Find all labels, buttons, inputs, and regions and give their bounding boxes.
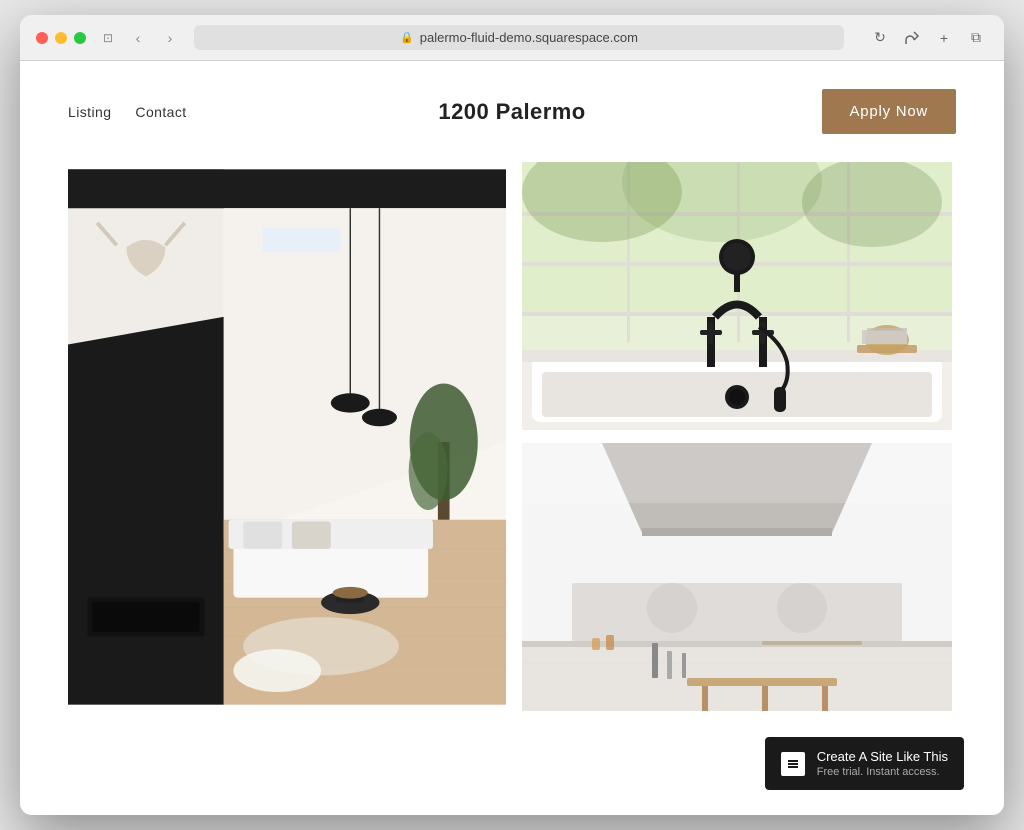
- gallery-left-panel: [68, 162, 506, 712]
- more-button[interactable]: ⧉: [964, 26, 988, 50]
- lock-icon: 🔒: [400, 31, 414, 44]
- gallery: [20, 162, 1004, 752]
- traffic-lights: [36, 32, 86, 44]
- close-button[interactable]: [36, 32, 48, 44]
- nav-listing[interactable]: Listing: [68, 104, 111, 120]
- address-bar[interactable]: 🔒 palermo-fluid-demo.squarespace.com: [194, 25, 844, 50]
- browser-window: ⊡ ‹ › 🔒 palermo-fluid-demo.squarespace.c…: [20, 15, 1004, 815]
- living-room-image: [68, 162, 506, 712]
- maximize-button[interactable]: [74, 32, 86, 44]
- badge-title: Create A Site Like This: [817, 749, 948, 764]
- new-tab-button[interactable]: +: [932, 26, 956, 50]
- reload-button[interactable]: ↻: [868, 26, 892, 50]
- apply-now-button[interactable]: Apply Now: [822, 89, 956, 134]
- bathroom-image: [518, 162, 956, 430]
- site-nav: Listing Contact: [68, 104, 187, 120]
- squarespace-logo-icon: [781, 752, 805, 776]
- badge-text: Create A Site Like This Free trial. Inst…: [817, 749, 948, 778]
- minimize-button[interactable]: [55, 32, 67, 44]
- url-text: palermo-fluid-demo.squarespace.com: [420, 30, 638, 45]
- back-button[interactable]: ‹: [126, 26, 150, 50]
- browser-chrome: ⊡ ‹ › 🔒 palermo-fluid-demo.squarespace.c…: [20, 15, 1004, 61]
- browser-actions: ↻ + ⧉: [868, 26, 988, 50]
- browser-controls: ⊡ ‹ ›: [98, 26, 182, 50]
- window-icon: ⊡: [98, 28, 118, 48]
- kitchen-image: [518, 443, 956, 711]
- site-header: Listing Contact 1200 Palermo Apply Now: [20, 61, 1004, 162]
- forward-button[interactable]: ›: [158, 26, 182, 50]
- badge-subtitle: Free trial. Instant access.: [817, 766, 948, 778]
- site-title: 1200 Palermo: [438, 99, 585, 125]
- nav-contact[interactable]: Contact: [135, 104, 186, 120]
- share-button[interactable]: [900, 26, 924, 50]
- site-content: Listing Contact 1200 Palermo Apply Now: [20, 61, 1004, 815]
- squarespace-badge[interactable]: Create A Site Like This Free trial. Inst…: [765, 737, 964, 790]
